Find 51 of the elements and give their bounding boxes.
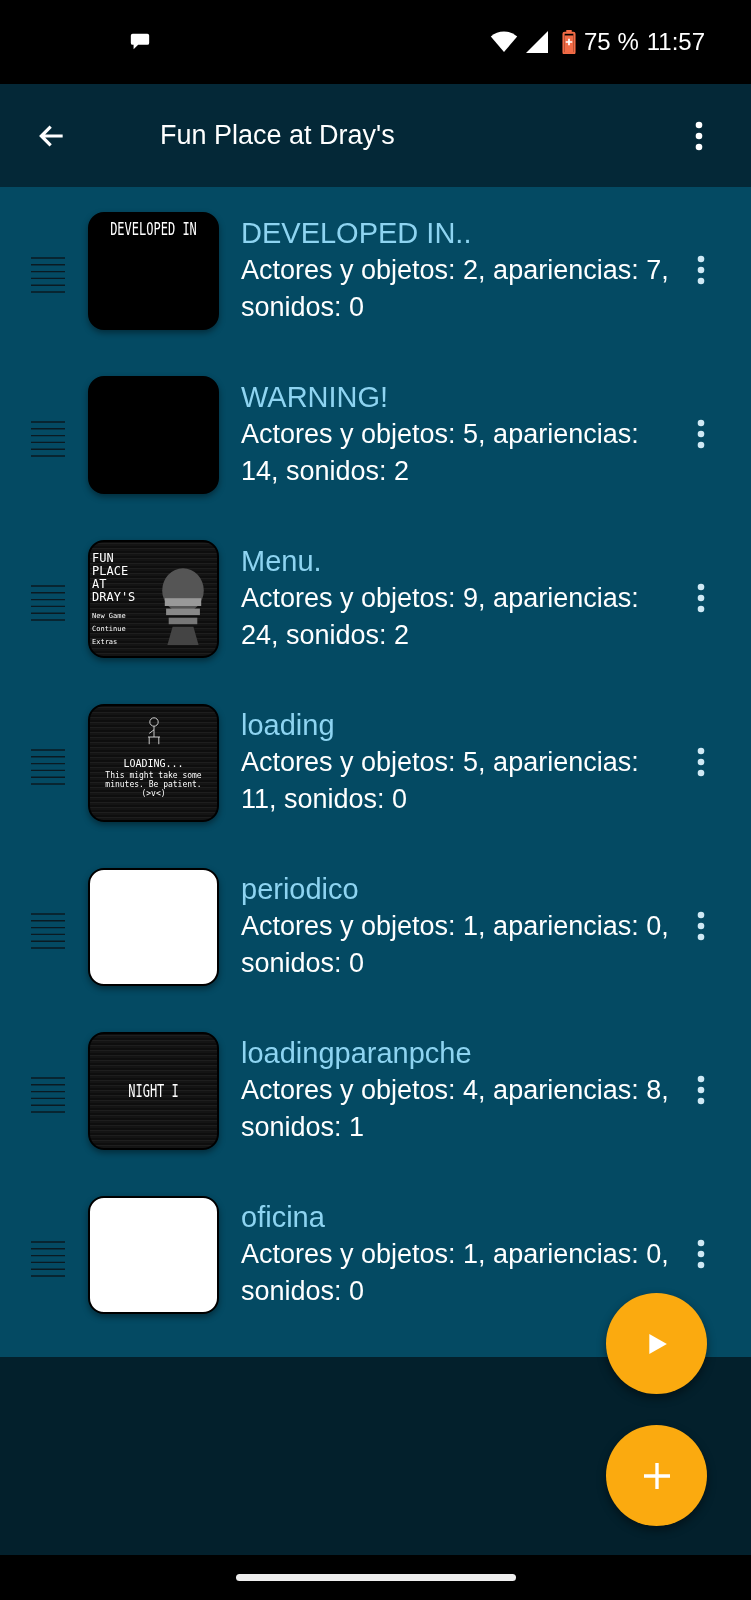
more-options-icon[interactable] [697, 911, 705, 941]
thumbnail-caption: DEVELOPED IN [110, 218, 197, 241]
plus-icon [643, 1462, 670, 1489]
clock-time: 11:57 [646, 28, 705, 56]
scene-details: Actores y objetos: 5, apariencias: 11, sonidos: 0 [241, 746, 640, 816]
scene-name: loading [241, 708, 336, 743]
scene-details: Actores y objetos: 9, apariencias: 24, sonidos: 2 [241, 582, 640, 652]
drag-handle-icon[interactable] [31, 585, 65, 621]
scene-row[interactable]: WARNING! Actores y objetos: 5, apariencias: 14, sonidos: 2 [0, 357, 751, 521]
scene-details: Actores y objetos: 5, apariencias: 14, sonidos: 2 [241, 418, 640, 488]
signal-icon [526, 31, 548, 53]
game-title-line: FUN [92, 552, 115, 565]
app-title: Fun Place at Dray's [160, 120, 396, 151]
more-options-icon[interactable] [697, 1239, 705, 1269]
scene-name: WARNING! [241, 380, 390, 415]
scene-name: loadingparanpche [241, 1036, 473, 1071]
scene-details: Actores y objetos: 1, apariencias: 0, sonidos: 0 [241, 1238, 670, 1308]
more-options-icon[interactable] [697, 255, 705, 285]
loading-hint: This might take some minutes. Be patient. (>v<) [104, 771, 203, 798]
scene-name: oficina [241, 1200, 326, 1235]
scene-name: DEVELOPED IN.. [241, 216, 473, 251]
battery-icon [562, 30, 576, 54]
scene-details: Actores y objetos: 4, apariencias: 8, sonidos: 1 [241, 1074, 670, 1144]
wifi-icon [490, 31, 518, 53]
scene-name: Menu. [241, 544, 323, 579]
more-options-icon[interactable] [697, 583, 705, 613]
game-title-line: PLACE [92, 565, 130, 578]
drag-handle-icon[interactable] [31, 1241, 65, 1277]
drag-handle-icon[interactable] [31, 1077, 65, 1113]
game-title-line: AT [92, 578, 108, 591]
scene-row[interactable]: periodico Actores y objetos: 1, apariencias: 0, sonidos: 0 [0, 849, 751, 1013]
more-options-icon[interactable] [695, 120, 703, 151]
thumbnail-caption: NIGHT I [128, 1080, 179, 1102]
scene-row[interactable]: NIGHT I loadingparanpche Actores y objetos: 4, apariencias: 8, sonidos: 1 [0, 1013, 751, 1177]
drag-handle-icon[interactable] [31, 749, 65, 785]
more-options-icon[interactable] [697, 747, 705, 777]
scene-row[interactable]: oficina Actores y objetos: 1, apariencias: 0, sonidos: 0 [0, 1177, 751, 1341]
scene-details: Actores y objetos: 1, apariencias: 0, sonidos: 0 [241, 910, 670, 980]
more-options-icon[interactable] [697, 1075, 705, 1105]
home-handle[interactable] [235, 1574, 516, 1581]
drag-handle-icon[interactable] [31, 257, 65, 293]
scene-name: periodico [241, 872, 360, 907]
scene-row[interactable]: LOADING... This might take some minutes. Be patient. (>v<) loading Actores y objetos: 5, apariencias: 11, sonidos: 0 [0, 685, 751, 849]
scene-details: Actores y objetos: 2, apariencias: 7, sonidos: 0 [241, 254, 670, 324]
battery-percentage: 75 % [584, 28, 639, 56]
drag-handle-icon[interactable] [31, 913, 65, 949]
scene-row[interactable]: DEVELOPED IN DEVELOPED IN.. Actores y objetos: 2, apariencias: 7, sonidos: 0 [0, 193, 751, 357]
game-title-line: DRAY'S [92, 591, 136, 604]
drag-handle-icon[interactable] [31, 421, 65, 457]
more-options-icon[interactable] [697, 419, 705, 449]
loading-text: LOADING... [123, 758, 184, 769]
